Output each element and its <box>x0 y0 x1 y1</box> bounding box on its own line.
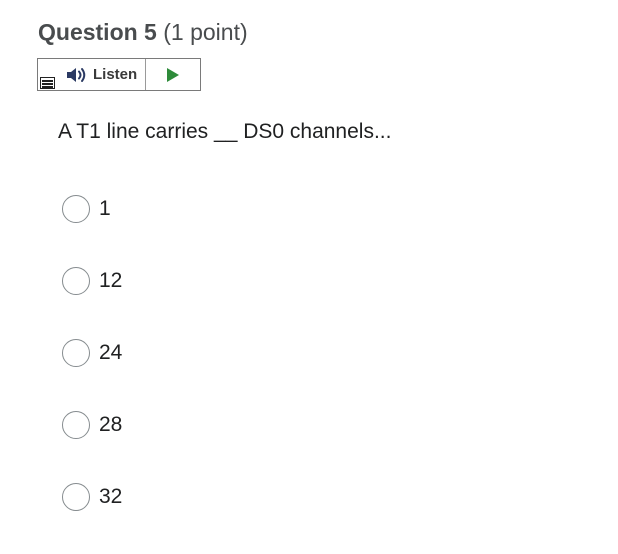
speaker-icon <box>66 67 88 83</box>
answer-option-label: 24 <box>99 341 123 364</box>
answer-option-label: 1 <box>99 197 111 220</box>
radio-button[interactable] <box>62 411 90 439</box>
listen-toolbar: Listen <box>37 58 201 91</box>
answer-option[interactable]: 32 <box>62 482 122 512</box>
radio-button[interactable] <box>62 483 90 511</box>
question-header: Question 5 (1 point) <box>38 17 248 47</box>
play-button[interactable] <box>146 59 200 90</box>
question-text: A T1 line carries __ DS0 channels... <box>58 120 392 143</box>
answer-option[interactable]: 24 <box>62 338 122 368</box>
listen-label: Listen <box>93 66 138 83</box>
answer-option[interactable]: 12 <box>62 266 122 296</box>
menu-icon[interactable] <box>40 77 55 89</box>
answer-options: 1 12 24 28 32 <box>62 194 122 554</box>
listen-menu-button[interactable] <box>38 59 60 90</box>
play-icon <box>167 67 180 82</box>
answer-option[interactable]: 28 <box>62 410 122 440</box>
radio-button[interactable] <box>62 267 90 295</box>
question-title: Question 5 <box>38 19 157 45</box>
answer-option[interactable]: 1 <box>62 194 122 224</box>
radio-button[interactable] <box>62 195 90 223</box>
answer-option-label: 28 <box>99 413 123 436</box>
answer-option-label: 32 <box>99 485 123 508</box>
listen-button[interactable]: Listen <box>60 59 147 90</box>
answer-option-label: 12 <box>99 269 123 292</box>
question-points: (1 point) <box>163 19 248 45</box>
radio-button[interactable] <box>62 339 90 367</box>
